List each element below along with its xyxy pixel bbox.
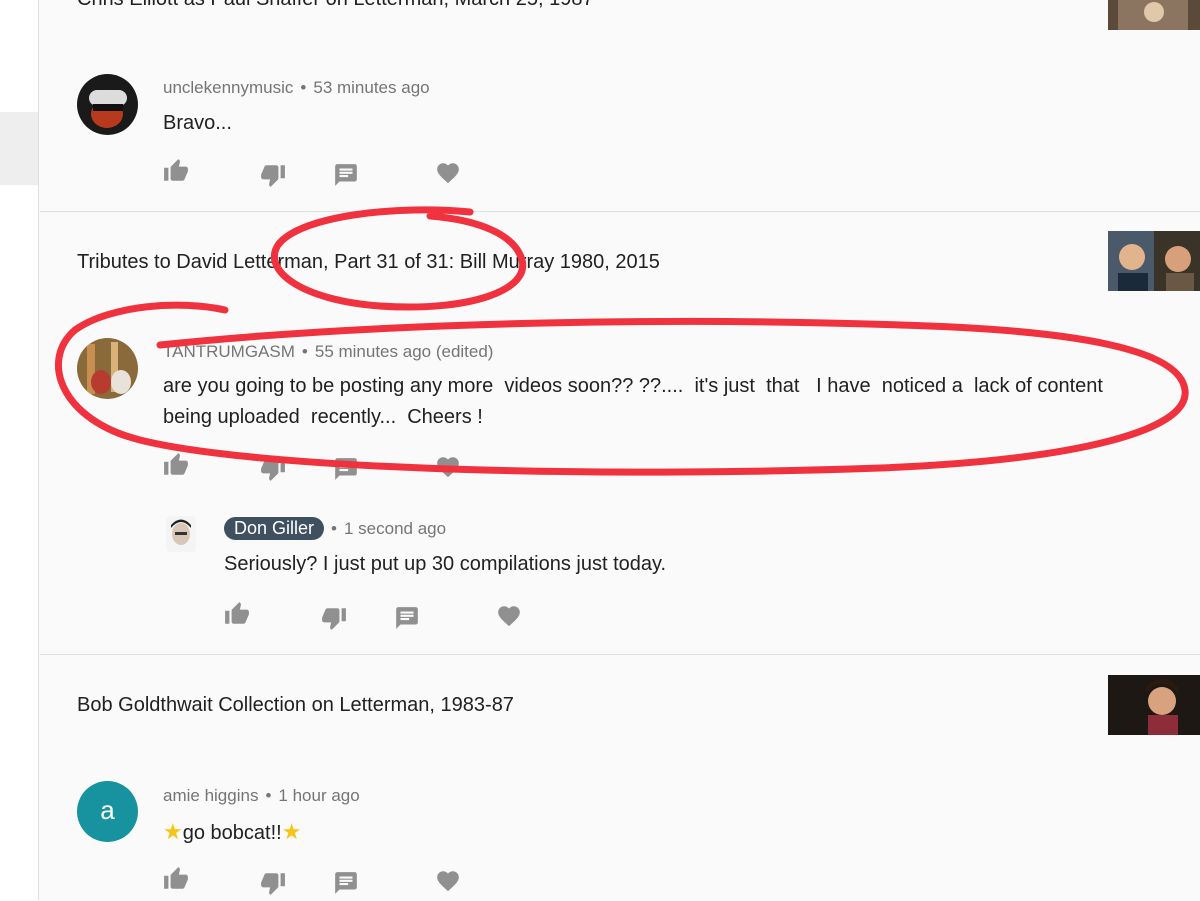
thumb-down-icon[interactable] [260, 456, 286, 482]
comment-meta: TANTRUMGASM • 55 minutes ago (edited) [163, 342, 494, 361]
thumb-down-icon[interactable] [321, 605, 347, 631]
video-thumbnail[interactable] [1108, 231, 1200, 291]
heart-icon[interactable] [435, 868, 461, 894]
star-emoji-icon: ★ [281, 819, 302, 844]
owner-badge[interactable]: Don Giller [224, 517, 325, 540]
comment-text-line: are you going to be posting any more vid… [163, 375, 1103, 397]
thumb-up-icon[interactable] [163, 866, 189, 892]
comment-text: ★go bobcat!!★ [163, 816, 301, 849]
comment-text: Bravo... [163, 112, 232, 134]
heart-icon[interactable] [435, 454, 461, 480]
reply-meta: Don Giller • 1 second ago [224, 517, 446, 540]
comment-text-line: being uploaded recently... Cheers ! [163, 406, 483, 428]
thumb-down-icon[interactable] [260, 870, 286, 896]
comment-text-body: go bobcat!! [182, 822, 282, 844]
reply-time[interactable]: 1 second ago [344, 519, 446, 538]
reply-icon[interactable] [333, 456, 359, 482]
avatar[interactable] [77, 338, 138, 399]
thumb-up-icon[interactable] [224, 601, 250, 627]
heart-icon[interactable] [435, 160, 461, 186]
reply-avatar[interactable] [166, 516, 196, 552]
reply-icon[interactable] [333, 870, 359, 896]
video-title[interactable]: Chris Elliott as Paul Shaffer on Letterm… [77, 0, 594, 11]
comment-meta: unclekennymusic • 53 minutes ago [163, 78, 430, 97]
star-emoji-icon: ★ [163, 819, 183, 844]
left-rail-tab[interactable] [0, 112, 38, 185]
reply-icon[interactable] [394, 605, 420, 631]
avatar[interactable] [77, 74, 138, 135]
comment-author[interactable]: amie higgins [163, 786, 258, 805]
divider [40, 211, 1200, 212]
comment-author[interactable]: TANTRUMGASM [163, 342, 295, 361]
comment-time[interactable]: 1 hour ago [278, 786, 359, 805]
video-title[interactable]: Bob Goldthwait Collection on Letterman, … [77, 694, 514, 717]
comment-time[interactable]: 53 minutes ago [313, 78, 429, 97]
comment-author[interactable]: unclekennymusic [163, 78, 293, 97]
video-thumbnail[interactable] [1108, 675, 1200, 735]
thumb-up-icon[interactable] [163, 158, 189, 184]
comment-meta: amie higgins • 1 hour ago [163, 786, 360, 805]
avatar[interactable]: a [77, 781, 138, 842]
heart-icon[interactable] [496, 603, 522, 629]
divider [40, 654, 1200, 655]
reply-text: Seriously? I just put up 30 compilations… [224, 553, 667, 575]
reply-icon[interactable] [333, 162, 359, 188]
video-title[interactable]: Tributes to David Letterman, Part 31 of … [77, 251, 660, 274]
avatar-letter: a [100, 795, 115, 825]
comment-time[interactable]: 55 minutes ago (edited) [315, 342, 494, 361]
thumb-down-icon[interactable] [260, 162, 286, 188]
comment-text: are you going to be posting any more vid… [163, 371, 1173, 433]
video-thumbnail[interactable] [1108, 0, 1200, 30]
thumb-up-icon[interactable] [163, 452, 189, 478]
